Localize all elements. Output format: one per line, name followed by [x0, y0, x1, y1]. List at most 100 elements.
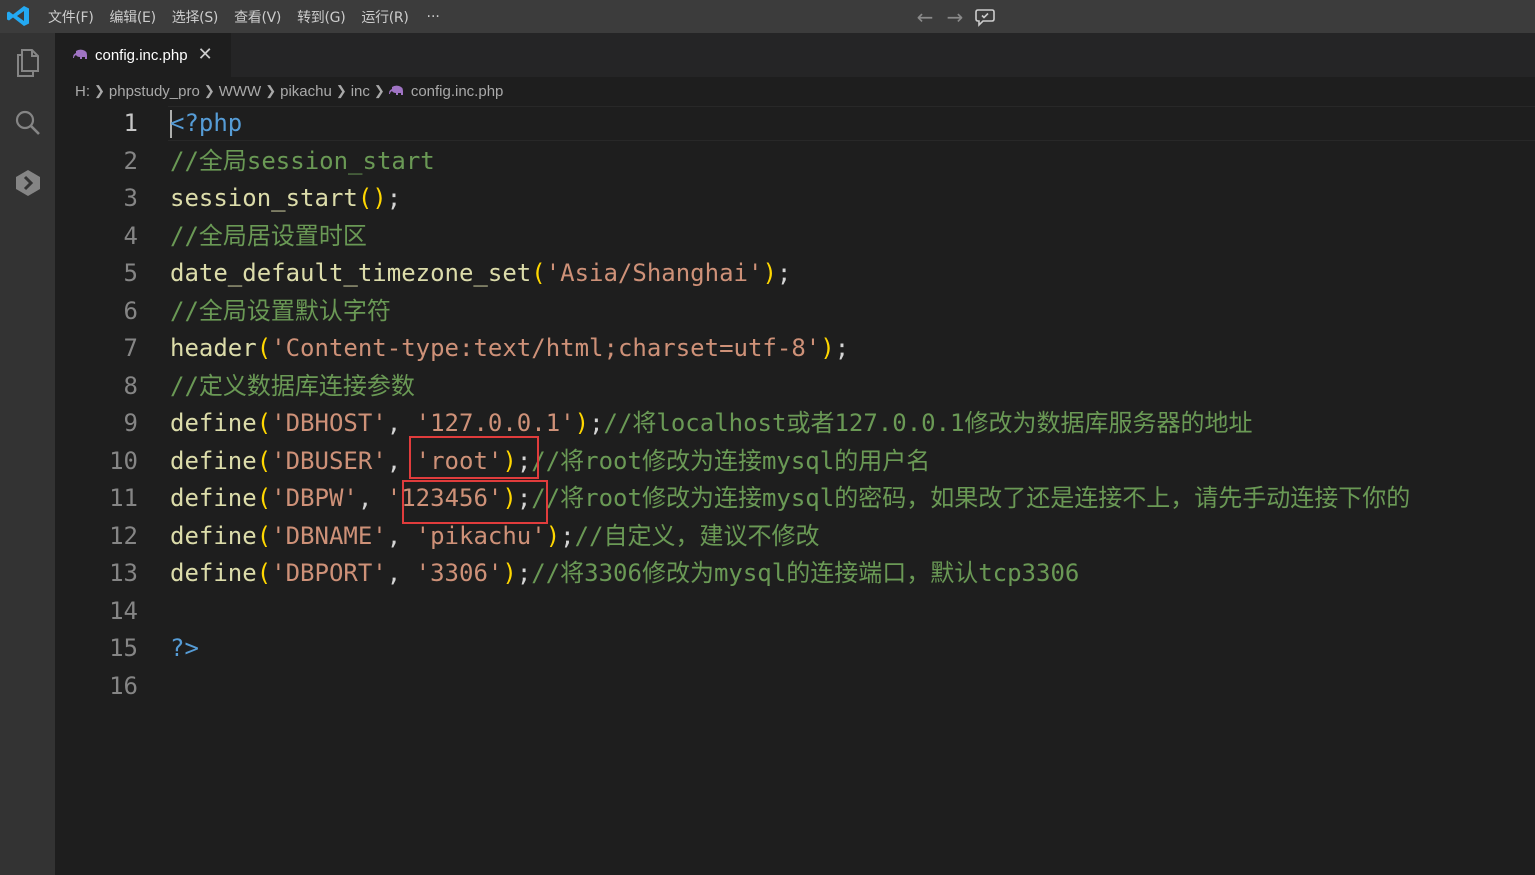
- line-number: 13: [109, 559, 138, 587]
- code-token: ;: [776, 259, 792, 287]
- code-token: 'DBHOST': [271, 409, 387, 437]
- code-token: //将root修改为连接mysql的用户名: [531, 446, 931, 475]
- menu-item-5[interactable]: 运行(R): [353, 7, 416, 27]
- vscode-window: 文件(F) 编辑(E) 选择(S) 查看(V) 转到(G) 运行(R) ··· ← →: [0, 0, 1535, 875]
- breadcrumb-item[interactable]: H:: [75, 83, 90, 100]
- line-number: 14: [109, 596, 138, 625]
- code-token: <?php: [170, 109, 243, 137]
- code-text: //全局设置默认字符: [170, 293, 391, 330]
- more-menu-icon[interactable]: ···: [417, 9, 450, 25]
- code-token: 'DBPORT': [271, 559, 387, 587]
- code-token: ): [502, 559, 517, 587]
- code-line[interactable]: 13 define('DBPORT', '3306');//将3306修改为mys…: [55, 555, 1535, 592]
- chevron-right-icon: ❯: [335, 83, 347, 98]
- code-line[interactable]: 7 header('Content-type:text/html;charset=…: [55, 330, 1535, 367]
- code-text: date_default_timezone_set('Asia/Shanghai…: [170, 255, 791, 292]
- code-line[interactable]: 2 //全局session_start: [55, 143, 1535, 180]
- code-token: //自定义，建议不修改: [574, 521, 820, 550]
- line-number: 9: [123, 409, 138, 437]
- code-token: session_start: [170, 184, 358, 212]
- code-token: 'Asia/Shanghai': [545, 259, 763, 287]
- code-text: define('DBPW', '123456');//将root修改为连接mys…: [170, 480, 1410, 517]
- line-number: 10: [109, 446, 138, 475]
- back-arrow-icon[interactable]: ←: [910, 5, 940, 29]
- code-token: header: [170, 334, 257, 362]
- code-token: ,: [386, 521, 416, 550]
- menu-item-2[interactable]: 选择(S): [164, 7, 226, 27]
- tab-config-inc-php[interactable]: config.inc.php ✕: [55, 33, 231, 77]
- breadcrumb-item[interactable]: inc: [351, 83, 370, 100]
- code-line[interactable]: 3 session_start();: [55, 180, 1535, 217]
- code-token: ,: [357, 484, 387, 512]
- menu-item-0[interactable]: 文件(F): [40, 7, 101, 27]
- chat-icon[interactable]: [970, 5, 1000, 29]
- menu-item-4[interactable]: 转到(G): [289, 7, 353, 27]
- line-number: 1: [123, 109, 138, 137]
- code-token: ;: [834, 334, 850, 362]
- code-text: ?>: [170, 630, 199, 667]
- code-text: //全局居设置时区: [170, 218, 367, 255]
- search-icon[interactable]: [0, 99, 55, 147]
- code-token: ): [545, 521, 561, 550]
- code-token: ,: [386, 409, 416, 437]
- line-number: 8: [123, 371, 138, 400]
- breadcrumb-item[interactable]: config.inc.php: [411, 83, 504, 100]
- code-token: //将root修改为连接mysql的密码，如果改了还是连接不上，请先手动连接下你…: [531, 484, 1411, 512]
- line-number: 15: [109, 634, 138, 662]
- annotation-box-root: [409, 436, 539, 479]
- code-token: (: [256, 559, 272, 587]
- code-editor[interactable]: 1 <?php 2//全局session_start 3 session_start()…: [55, 105, 1535, 875]
- editor-tab-bar: config.inc.php ✕: [55, 33, 1535, 77]
- chevron-right-icon: ❯: [373, 83, 385, 98]
- code-line[interactable]: 15 ?>: [55, 630, 1535, 667]
- code-token: 'Content-type:text/html;charset=utf-8': [271, 334, 821, 362]
- code-line[interactable]: 6 //全局设置默认字符: [55, 293, 1535, 330]
- code-token: 'DBUSER': [271, 446, 387, 475]
- menu-item-3[interactable]: 查看(V): [226, 7, 289, 27]
- code-token: (: [256, 521, 272, 550]
- explorer-files-icon[interactable]: [0, 39, 55, 87]
- line-number: 3: [123, 184, 138, 212]
- breadcrumb-item[interactable]: phpstudy_pro: [109, 83, 200, 100]
- code-token: ): [574, 409, 590, 437]
- code-line[interactable]: 12 define('DBNAME', 'pikachu');//自定义，建议不修…: [55, 518, 1535, 555]
- forward-arrow-icon[interactable]: →: [940, 5, 970, 29]
- code-token: (: [531, 259, 546, 287]
- code-token: '127.0.0.1': [415, 409, 575, 437]
- close-icon[interactable]: ✕: [198, 46, 213, 64]
- code-line[interactable]: 8 //定义数据库连接参数: [55, 368, 1535, 405]
- chevron-right-icon: ❯: [265, 83, 277, 98]
- menu-item-1[interactable]: 编辑(E): [101, 7, 163, 27]
- breadcrumb-item[interactable]: WWW: [219, 83, 261, 100]
- code-token: 'pikachu': [415, 521, 546, 550]
- code-token: ?>: [170, 634, 199, 662]
- line-number: 16: [109, 671, 138, 700]
- code-line[interactable]: 9 define('DBHOST', '127.0.0.1');//将localh…: [55, 405, 1535, 442]
- code-line[interactable]: 10 define('DBUSER', 'root');//将root修改为连接m…: [55, 443, 1535, 480]
- line-number: 5: [123, 259, 138, 287]
- code-line[interactable]: 5 date_default_timezone_set('Asia/Shangha…: [55, 255, 1535, 292]
- code-token: //将3306修改为mysql的连接端口，默认tcp3306: [531, 559, 1080, 587]
- extension-icon[interactable]: [0, 159, 55, 207]
- chevron-right-icon: ❯: [94, 83, 105, 98]
- code-line[interactable]: 1 <?php: [55, 105, 1535, 142]
- code-token: ): [820, 334, 835, 362]
- code-text: header('Content-type:text/html;charset=u…: [170, 330, 849, 367]
- code-token: define: [170, 484, 257, 512]
- code-line[interactable]: 16: [55, 668, 1535, 705]
- code-line[interactable]: 14: [55, 593, 1535, 630]
- code-line[interactable]: 11 define('DBPW', '123456');//将root修改为连接m…: [55, 480, 1535, 517]
- breadcrumb-item[interactable]: pikachu: [280, 83, 332, 100]
- code-token: //全局居设置时区: [170, 221, 367, 250]
- code-line[interactable]: 4 //全局居设置时区: [55, 218, 1535, 255]
- code-token: define: [170, 446, 257, 475]
- code-token: ;: [386, 184, 402, 212]
- code-text: session_start();: [170, 180, 401, 217]
- breadcrumb: H: ❯ phpstudy_pro ❯ WWW ❯ pikachu ❯ inc ❯ config.i…: [55, 77, 1535, 105]
- line-number: 7: [123, 334, 138, 362]
- vscode-logo-icon[interactable]: [5, 4, 31, 28]
- tab-label: config.inc.php: [95, 46, 188, 64]
- menu-bar: 文件(F) 编辑(E) 选择(S) 查看(V) 转到(G) 运行(R) ···: [40, 0, 450, 33]
- line-number: 6: [123, 296, 138, 325]
- php-elephant-icon: [388, 85, 403, 95]
